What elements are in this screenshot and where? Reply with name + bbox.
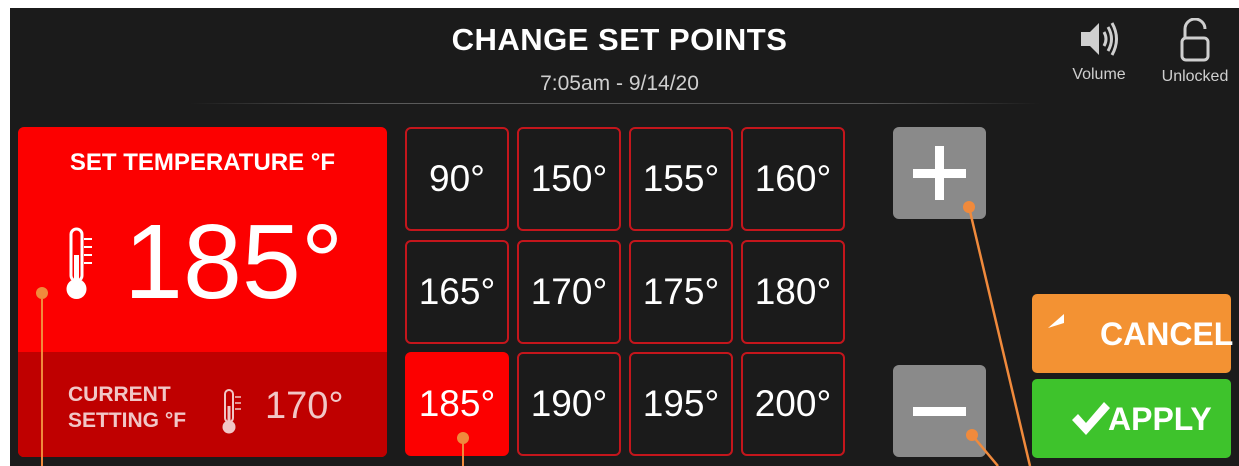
callout-lines bbox=[967, 206, 1032, 466]
